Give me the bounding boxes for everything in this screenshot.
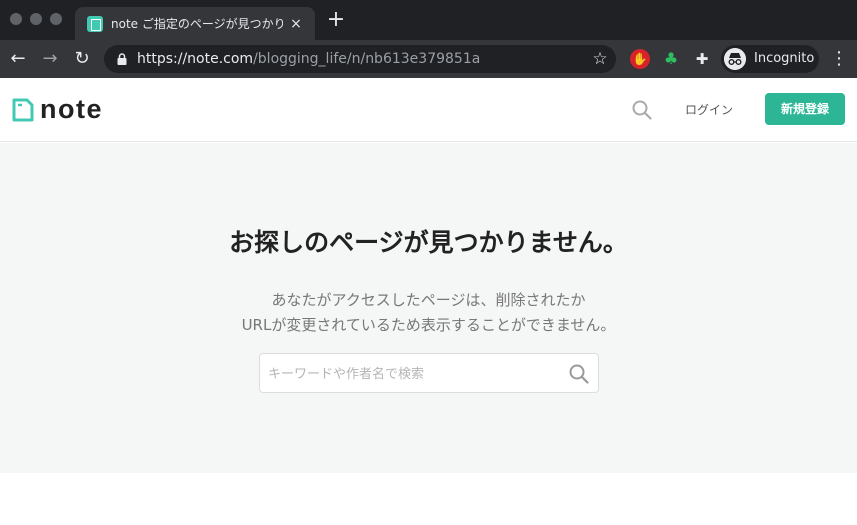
active-tab[interactable]: note ご指定のページが見つかり × — [75, 7, 315, 40]
new-tab-icon[interactable]: + — [326, 9, 346, 31]
page-title: お探しのページが見つかりません。 — [229, 228, 628, 257]
error-message-line-2: URLが変更されているため表示することができません。 — [241, 316, 616, 334]
window-close-dot[interactable] — [10, 13, 22, 25]
error-page-main: お探しのページが見つかりません。 あなたがアクセスしたページは、削除されたか U… — [0, 143, 857, 473]
reload-icon[interactable]: ↻ — [72, 49, 92, 69]
browser-toolbar: ← → ↻ https://note.com/blogging_life/n/n… — [0, 40, 857, 78]
back-arrow-icon[interactable]: ← — [8, 49, 28, 69]
error-message: あなたがアクセスしたページは、削除されたか URLが変更されているため表示するこ… — [0, 288, 857, 338]
note-favicon-icon — [87, 16, 103, 32]
extensions-puzzle-icon[interactable]: ✚ — [692, 49, 712, 69]
browser-tab-bar: note ご指定のページが見つかり × + — [0, 0, 857, 40]
lock-icon — [117, 53, 127, 65]
incognito-profile-button[interactable]: Incognito — [721, 45, 819, 73]
search-submit-icon[interactable] — [568, 363, 590, 385]
login-link[interactable]: ログイン — [678, 101, 740, 119]
url-host: https://note.com — [137, 51, 254, 67]
url-text: https://note.com/blogging_life/n/nb613e3… — [137, 51, 480, 67]
bookmark-star-icon[interactable]: ☆ — [590, 49, 610, 69]
page-footer-area — [0, 473, 857, 525]
tab-title: note ご指定のページが見つかり — [111, 17, 283, 31]
note-logo-text[interactable]: note — [40, 94, 103, 124]
address-bar[interactable]: https://note.com/blogging_life/n/nb613e3… — [104, 45, 616, 73]
signup-button[interactable]: 新規登録 — [765, 93, 845, 125]
evernote-extension-icon[interactable]: ♣ — [661, 49, 681, 69]
search-icon[interactable] — [630, 98, 654, 122]
note-logo-icon[interactable] — [12, 98, 34, 122]
url-path: /blogging_life/n/nb613e379851a — [253, 51, 481, 67]
forward-arrow-icon[interactable]: → — [40, 49, 60, 69]
browser-menu-icon[interactable]: ⋮ — [830, 49, 848, 69]
incognito-label: Incognito — [754, 51, 815, 66]
search-box — [259, 353, 599, 393]
window-minimize-dot[interactable] — [30, 13, 42, 25]
window-maximize-dot[interactable] — [50, 13, 62, 25]
adblock-extension-icon[interactable]: ✋ — [630, 49, 650, 69]
site-header: note ログイン 新規登録 — [0, 78, 857, 142]
search-input[interactable] — [268, 363, 558, 385]
error-message-line-1: あなたがアクセスしたページは、削除されたか — [271, 291, 586, 309]
incognito-icon — [724, 48, 746, 70]
tab-close-icon[interactable]: × — [287, 15, 305, 33]
